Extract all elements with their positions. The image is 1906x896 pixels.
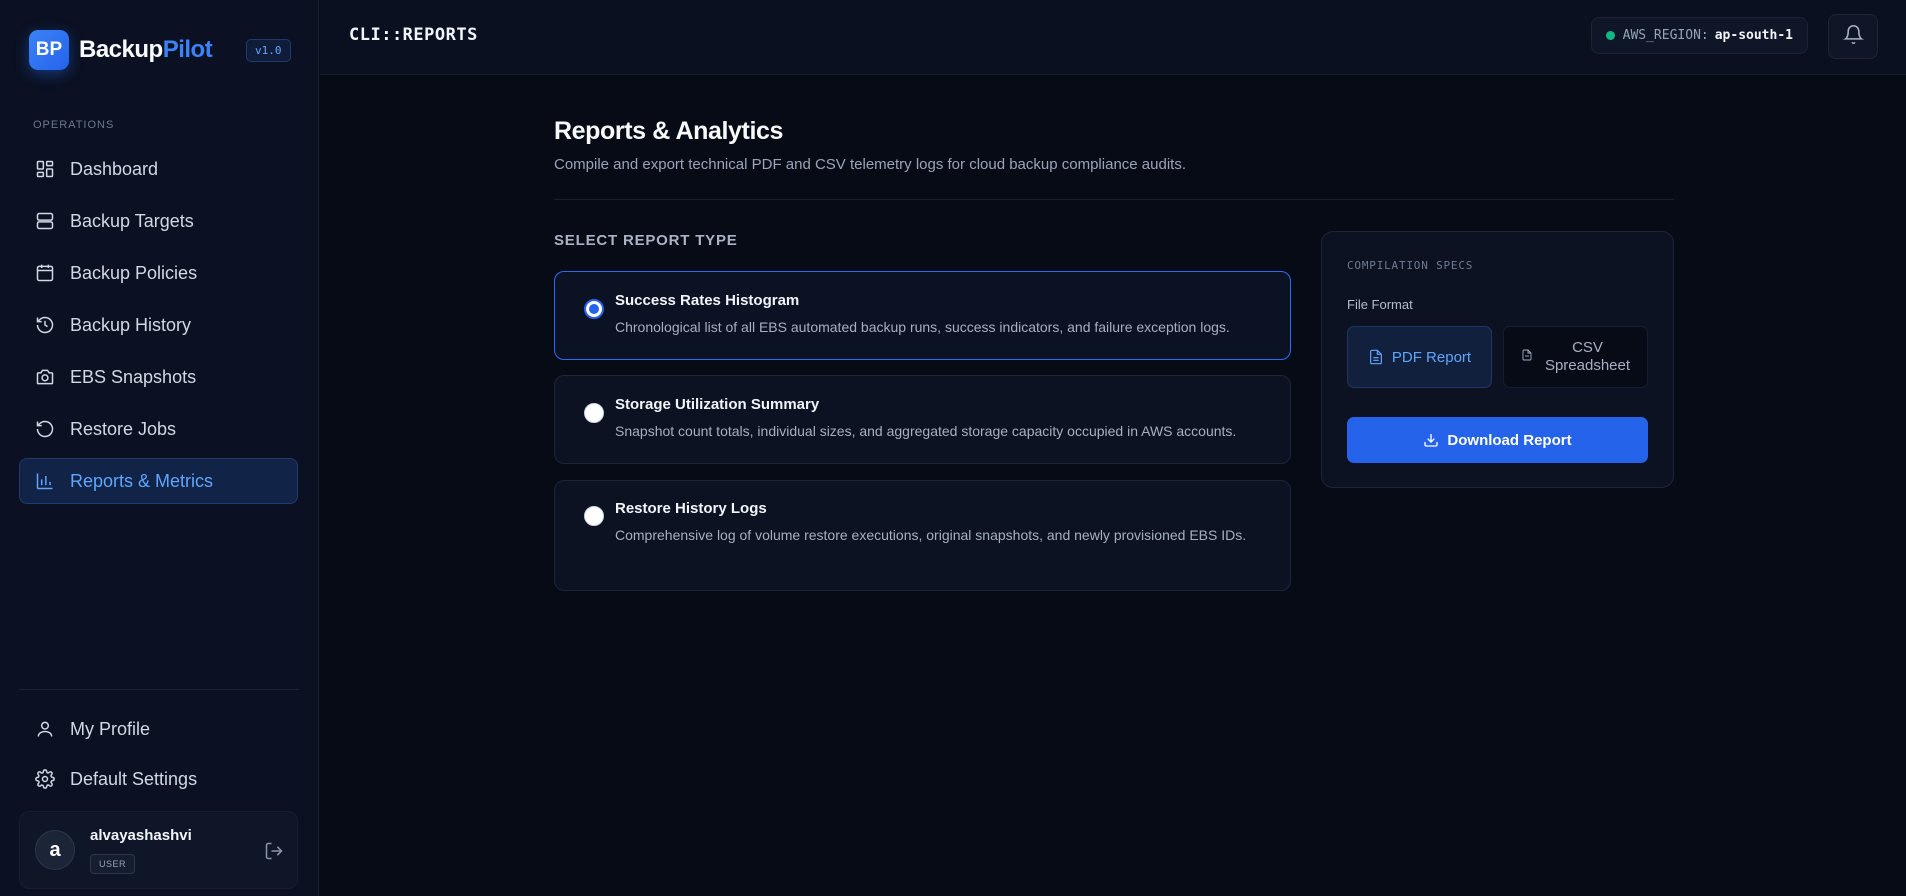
brand[interactable]: BP BackupPilot: [29, 30, 213, 70]
page-subtitle: Compile and export technical PDF and CSV…: [554, 156, 1186, 173]
history-icon: [35, 315, 55, 335]
pdf-format-button[interactable]: PDF Report: [1347, 326, 1492, 388]
report-title: Storage Utilization Summary: [615, 396, 820, 413]
brand-logo: BP: [29, 30, 69, 70]
specs-label: COMPILATION SPECS: [1347, 259, 1474, 272]
report-description: Chronological list of all EBS automated …: [615, 319, 1230, 335]
brand-name-accent: Pilot: [162, 36, 213, 63]
download-label: Download Report: [1447, 431, 1572, 449]
csv-format-button[interactable]: CSV Spreadsheet: [1503, 326, 1648, 388]
sidebar: BP BackupPilot v1.0 OPERATIONS Dashboard…: [0, 0, 319, 896]
download-report-button[interactable]: Download Report: [1347, 417, 1648, 463]
sidebar-item-label: Restore Jobs: [70, 418, 177, 439]
sidebar-item-my-profile[interactable]: My Profile: [19, 707, 298, 751]
region-value: ap-south-1: [1714, 28, 1793, 43]
file-icon: [1521, 349, 1537, 365]
page-title: Reports & Analytics: [554, 117, 784, 145]
user-icon: [35, 719, 55, 739]
avatar[interactable]: a: [35, 830, 75, 870]
sidebar-item-restore-jobs[interactable]: Restore Jobs: [19, 406, 298, 452]
csv-format-label: CSV Spreadsheet: [1545, 339, 1630, 375]
status-dot: [1605, 31, 1615, 40]
report-option-restore-history[interactable]: Restore History Logs Comprehensive log o…: [554, 480, 1291, 591]
sidebar-item-label: Backup Policies: [70, 262, 198, 283]
header-divider: [554, 199, 1674, 200]
sidebar-item-reports-metrics[interactable]: Reports & Metrics: [19, 458, 298, 504]
calendar-icon: [35, 263, 55, 283]
report-radio[interactable]: [584, 299, 604, 319]
bar-chart-icon: [35, 471, 55, 491]
sidebar-item-default-settings[interactable]: Default Settings: [19, 757, 298, 801]
sidebar-item-label: My Profile: [70, 718, 151, 739]
compilation-specs-panel: COMPILATION SPECS File Format PDF Report…: [1321, 231, 1674, 488]
sidebar-item-ebs-snapshots[interactable]: EBS Snapshots: [19, 354, 298, 400]
notifications-button[interactable]: [1828, 14, 1878, 59]
page-code: CLI::REPORTS: [349, 25, 478, 45]
topbar: CLI::REPORTS AWS_REGION: ap-south-1: [320, 0, 1906, 75]
sidebar-item-label: Dashboard: [70, 158, 159, 179]
sidebar-item-label: EBS Snapshots: [70, 366, 197, 387]
sidebar-item-label: Backup History: [70, 314, 192, 335]
rotate-ccw-icon: [35, 419, 55, 439]
server-icon: [35, 211, 55, 231]
sidebar-item-label: Default Settings: [70, 768, 198, 789]
sidebar-divider: [19, 689, 299, 690]
sidebar-item-label: Backup Targets: [70, 210, 194, 231]
sidebar-item-backup-history[interactable]: Backup History: [19, 302, 298, 348]
report-description: Snapshot count totals, individual sizes,…: [615, 423, 1237, 439]
version-badge: v1.0: [246, 39, 291, 62]
report-option-success-rates[interactable]: Success Rates Histogram Chronological li…: [554, 271, 1291, 360]
sidebar-item-backup-targets[interactable]: Backup Targets: [19, 198, 298, 244]
main-nav: Dashboard Backup Targets Backup Policies…: [19, 146, 298, 510]
report-title: Success Rates Histogram: [615, 292, 800, 309]
report-option-storage-utilization[interactable]: Storage Utilization Summary Snapshot cou…: [554, 375, 1291, 464]
csv-label-line-2: Spreadsheet: [1544, 357, 1631, 374]
dashboard-icon: [35, 159, 55, 179]
file-text-icon: [1368, 349, 1384, 365]
region-indicator[interactable]: AWS_REGION: ap-south-1: [1590, 17, 1808, 54]
report-radio[interactable]: [584, 506, 604, 526]
bell-icon: [1842, 24, 1864, 50]
brand-name-main: Backup: [79, 36, 163, 63]
csv-label-line-1: CSV: [1572, 339, 1603, 356]
gear-icon: [35, 769, 55, 789]
file-format-label: File Format: [1347, 297, 1413, 312]
sidebar-item-label: Reports & Metrics: [70, 470, 214, 491]
logout-icon[interactable]: [264, 841, 284, 861]
sidebar-item-backup-policies[interactable]: Backup Policies: [19, 250, 298, 296]
nav-section-label: OPERATIONS: [33, 119, 115, 131]
secondary-nav: My Profile Default Settings: [19, 707, 298, 807]
report-type-label: SELECT REPORT TYPE: [554, 232, 738, 249]
sidebar-item-dashboard[interactable]: Dashboard: [19, 146, 298, 192]
user-card: a alvayashashvi USER: [19, 811, 298, 889]
report-description: Comprehensive log of volume restore exec…: [615, 527, 1247, 543]
report-radio[interactable]: [584, 403, 604, 423]
brand-name: BackupPilot: [79, 36, 213, 64]
download-icon: [1423, 432, 1439, 448]
user-role-badge: USER: [90, 854, 136, 874]
pdf-format-label: PDF Report: [1391, 348, 1472, 366]
region-key: AWS_REGION:: [1622, 28, 1709, 43]
user-name: alvayashashvi: [90, 827, 192, 844]
report-title: Restore History Logs: [615, 500, 767, 517]
camera-icon: [35, 367, 55, 387]
